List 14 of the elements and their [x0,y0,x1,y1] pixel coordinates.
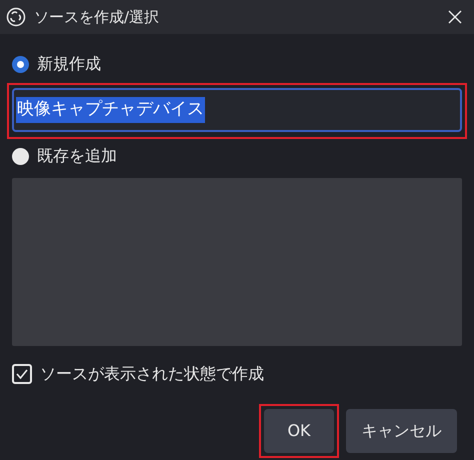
radio-button[interactable] [12,56,29,72]
close-icon[interactable] [448,10,462,24]
check-icon [15,367,29,381]
window-title: ソースを作成/選択 [34,6,160,28]
radio-label: 新規作成 [37,53,101,75]
checkbox[interactable] [12,364,32,384]
ok-button[interactable]: OK [264,409,334,453]
radio-button[interactable] [12,148,29,164]
checkbox-label: ソースが表示された状態で作成 [40,363,264,385]
cancel-button[interactable]: キャンセル [346,409,457,453]
radio-label: 既存を追加 [37,145,117,167]
field-text: 映像キャプチャデバイス [16,97,205,123]
name-field[interactable]: 映像キャプチャデバイス [12,88,462,132]
app-logo-icon [6,7,26,27]
